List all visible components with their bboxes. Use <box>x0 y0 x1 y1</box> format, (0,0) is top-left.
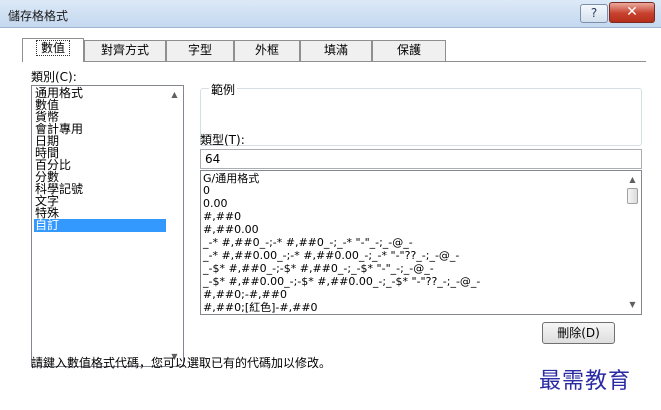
type-label: 類型(T): <box>200 133 245 147</box>
format-code-list[interactable]: G/通用格式 0 0.00 #,##0 #,##0.00 _-* #,##0_-… <box>200 170 642 315</box>
format-code-item[interactable]: #,##0 <box>203 211 603 223</box>
category-list[interactable]: 通用格式 數值 貨幣 會計專用 日期 時間 百分比 分數 科學記號 文字 特殊 … <box>31 85 184 367</box>
scroll-up-arrow-icon[interactable]: ▲ <box>624 173 641 187</box>
format-code-item[interactable]: #,##0.00 <box>203 224 603 236</box>
format-code-item[interactable]: _-$* #,##0_-;-$* #,##0_-;_-$* "-"_-;_-@_… <box>203 263 603 275</box>
tab-protection[interactable]: 保護 <box>372 40 446 61</box>
close-button[interactable]: ✕ <box>609 2 655 23</box>
category-item-selected[interactable]: 自訂 <box>34 219 166 232</box>
scroll-up-arrow-icon[interactable]: ▲ <box>166 88 183 102</box>
tab-alignment[interactable]: 對齊方式 <box>84 40 166 61</box>
format-code-item[interactable]: _-* #,##0_-;-* #,##0_-;_-* "-"_-;_-@_- <box>203 237 603 249</box>
tab-border[interactable]: 外框 <box>234 40 300 61</box>
category-scrollbar[interactable]: ▲ ▼ <box>166 86 183 366</box>
sample-label: 範例 <box>209 81 238 98</box>
scroll-thumb[interactable] <box>627 188 638 204</box>
format-scrollbar[interactable]: ▲ ▼ <box>624 171 641 314</box>
format-code-item[interactable]: 0.00 <box>203 198 603 210</box>
format-code-item[interactable]: #,##0;-#,##0 <box>203 289 603 301</box>
window-title: 儲存格格式 <box>8 9 69 23</box>
tab-font[interactable]: 字型 <box>166 40 234 61</box>
scroll-down-arrow-icon[interactable]: ▼ <box>624 298 641 312</box>
tab-fill[interactable]: 填滿 <box>300 40 372 61</box>
tab-panel-border <box>22 61 646 62</box>
format-code-item[interactable]: G/通用格式 <box>203 173 603 185</box>
format-code-item[interactable]: 0 <box>203 185 603 197</box>
sample-group: 範例 <box>200 81 642 146</box>
type-input[interactable]: 64 <box>200 149 642 169</box>
format-code-item[interactable]: #,##0;[紅色]-#,##0 <box>203 302 603 314</box>
category-label: 類別(C): <box>31 70 77 84</box>
format-code-item[interactable]: _-$* #,##0.00_-;-$* #,##0.00_-;_-$* "-"?… <box>203 276 603 288</box>
format-code-item[interactable]: _-* #,##0.00_-;-* #,##0.00_-;_-* "-"??_-… <box>203 250 603 262</box>
format-cells-dialog: 數值 對齊方式 字型 外框 填滿 保護 類別(C): 通用格式 數值 貨幣 會計… <box>0 28 661 410</box>
help-button[interactable]: ? <box>580 4 608 23</box>
title-bar[interactable]: 儲存格格式 ? ✕ <box>0 0 661 28</box>
tab-number[interactable]: 數值 <box>22 38 84 62</box>
delete-button[interactable]: 刪除(D) <box>542 322 615 344</box>
hint-text: 請鍵入數值格式代碼，您可以選取已有的代碼加以修改。 <box>31 356 332 370</box>
watermark-logo: 最需教育 <box>539 369 632 394</box>
